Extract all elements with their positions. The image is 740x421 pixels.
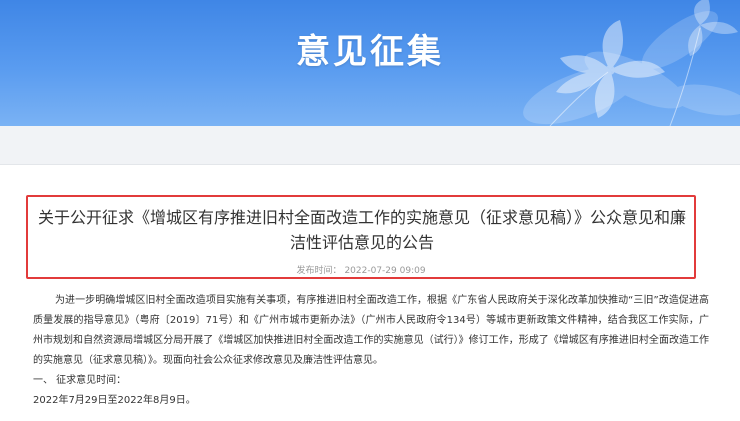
- section-heading: 一、 征求意见时间：: [33, 375, 127, 386]
- article-container: 关于公开征求《增城区有序推进旧村全面改造工作的实施意见（征求意见稿）》公众意见和…: [0, 165, 740, 421]
- article-paragraph: 为进一步明确增城区旧村全面改造项目实施有关事项，有序推进旧村全面改造工作，根据《…: [33, 295, 709, 366]
- header-banner: 意见征集: [0, 0, 740, 126]
- article-title: 关于公开征求《增城区有序推进旧村全面改造工作的实施意见（征求意见稿）》公众意见和…: [38, 208, 687, 252]
- article-body: 为进一步明确增城区旧村全面改造项目实施有关事项，有序推进旧村全面改造工作，根据《…: [33, 291, 709, 411]
- publish-label: 发布时间：: [296, 266, 342, 276]
- section-value: 2022年7月29日至2022年8月9日。: [33, 395, 196, 406]
- article-title-highlight: 关于公开征求《增城区有序推进旧村全面改造工作的实施意见（征求意见稿）》公众意见和…: [26, 195, 696, 279]
- section-divider: [0, 126, 740, 165]
- publish-time: 2022-07-29 09:09: [344, 266, 426, 276]
- page-title: 意见征集: [296, 32, 444, 72]
- publish-info: 发布时间： 2022-07-29 09:09: [28, 263, 694, 276]
